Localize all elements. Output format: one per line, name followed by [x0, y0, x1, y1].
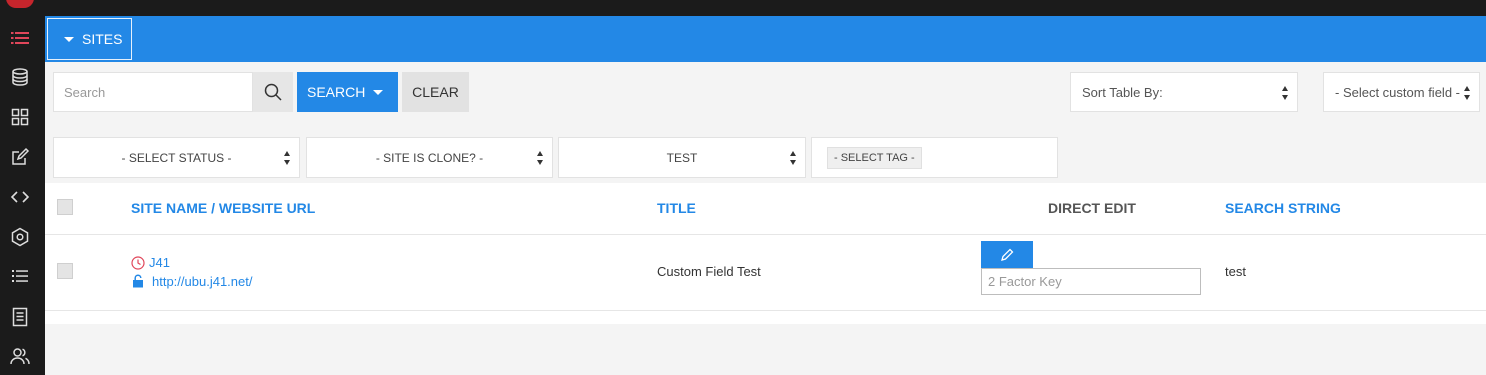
edit-icon[interactable] — [9, 146, 31, 168]
search-input[interactable] — [53, 72, 253, 112]
site-name-link[interactable]: J41 — [149, 255, 170, 270]
table-header: SITE NAME / WEBSITE URL TITLE DIRECT EDI… — [45, 183, 1486, 235]
select-arrows-icon — [537, 151, 544, 165]
caret-down-icon — [64, 36, 74, 42]
unlock-icon — [132, 274, 144, 288]
status-filter-select[interactable]: - SELECT STATUS - — [53, 137, 300, 178]
search-icon — [264, 83, 282, 101]
header-separator: / — [211, 200, 216, 216]
clear-button-label: CLEAR — [412, 84, 459, 100]
code-icon[interactable] — [9, 186, 31, 208]
column-header-title[interactable]: TITLE — [657, 200, 696, 216]
select-arrows-icon — [1282, 86, 1289, 100]
sort-table-label: Sort Table By: — [1082, 84, 1163, 100]
title-cell: Custom Field Test — [657, 264, 761, 279]
website-url-link[interactable]: http://ubu.j41.net/ — [152, 274, 252, 289]
custom-field-select[interactable]: - Select custom field - — [1323, 72, 1480, 112]
database-icon[interactable] — [9, 66, 31, 88]
sort-table-select[interactable]: Sort Table By: — [1070, 72, 1298, 112]
search-string-cell: test — [1225, 264, 1246, 279]
sites-header-bar: SITES — [45, 16, 1486, 62]
caret-down-icon — [373, 89, 384, 95]
sites-label: SITES — [82, 31, 123, 47]
sites-dropdown-button[interactable]: SITES — [47, 18, 132, 60]
custom-field-label: - Select custom field - — [1335, 84, 1460, 100]
search-icon-button[interactable] — [253, 72, 293, 112]
document-icon[interactable] — [9, 306, 31, 328]
select-arrows-icon — [790, 151, 797, 165]
direct-edit-button[interactable] — [981, 241, 1033, 268]
sites-table: SITE NAME / WEBSITE URL TITLE DIRECT EDI… — [45, 183, 1486, 324]
test-filter-label: TEST — [666, 150, 698, 165]
clear-button[interactable]: CLEAR — [402, 72, 469, 112]
website-url-header[interactable]: WEBSITE URL — [219, 200, 315, 216]
bullet-list-icon[interactable] — [9, 265, 31, 287]
select-arrows-icon — [284, 151, 291, 165]
search-button[interactable]: SEARCH — [297, 72, 398, 112]
top-bar — [0, 0, 1486, 16]
grid-icon[interactable] — [9, 106, 31, 128]
status-filter-label: - SELECT STATUS - — [121, 150, 232, 165]
clone-filter-select[interactable]: - SITE IS CLONE? - — [306, 137, 553, 178]
users-icon[interactable] — [9, 345, 31, 367]
table-row: J41 http://ubu.j41.net/ Custom Field Tes… — [45, 235, 1486, 311]
row-checkbox[interactable] — [57, 263, 73, 279]
select-arrows-icon — [1464, 86, 1471, 100]
tag-filter-chip[interactable]: - SELECT TAG - — [827, 147, 922, 169]
hexagon-icon[interactable] — [9, 226, 31, 248]
search-button-label: SEARCH — [307, 84, 366, 100]
column-header-site-name[interactable]: SITE NAME / WEBSITE URL — [131, 200, 315, 216]
two-factor-key-input[interactable] — [981, 268, 1201, 295]
tag-filter[interactable]: - SELECT TAG - — [811, 137, 1058, 178]
sidebar — [0, 16, 45, 375]
list-icon[interactable] — [9, 27, 31, 49]
column-header-search-string[interactable]: SEARCH STRING — [1225, 200, 1341, 216]
pencil-icon — [1001, 248, 1014, 261]
test-filter-select[interactable]: TEST — [558, 137, 806, 178]
clock-icon — [131, 256, 145, 270]
site-name-header[interactable]: SITE NAME — [131, 200, 207, 216]
clone-filter-label: - SITE IS CLONE? - — [375, 150, 484, 165]
select-all-checkbox[interactable] — [57, 199, 73, 215]
brand-logo — [6, 0, 34, 8]
column-header-direct-edit: DIRECT EDIT — [1048, 200, 1136, 216]
